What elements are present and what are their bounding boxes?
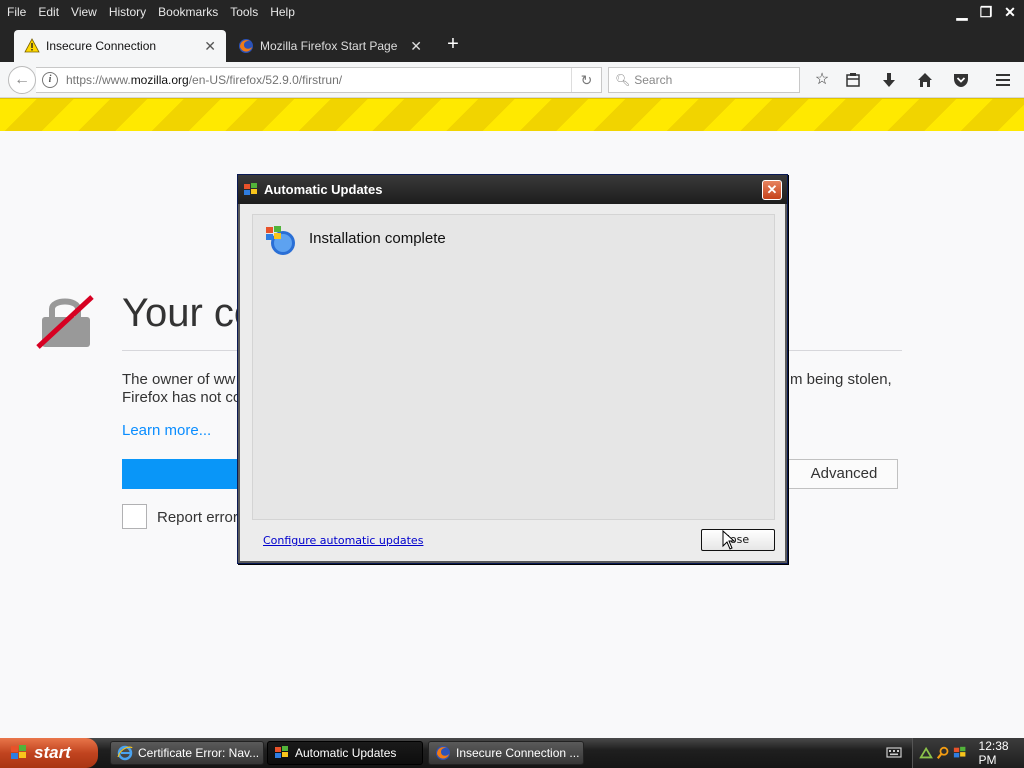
tab-label: Insecure Connection	[46, 39, 157, 53]
windows-logo-icon	[11, 745, 26, 759]
pocket-icon[interactable]	[950, 69, 972, 91]
broken-lock-icon	[36, 295, 94, 349]
restore-button[interactable]: ❐	[976, 3, 996, 21]
windows-update-icon	[275, 746, 288, 758]
menu-bar: File Edit View History Bookmarks Tools H…	[0, 0, 1024, 24]
search-bar[interactable]: 🔍︎	[608, 67, 800, 93]
reload-icon[interactable]: ↻	[571, 68, 601, 92]
clock: 12:38 PM	[978, 739, 1009, 767]
taskbar-item-label: Insecure Connection ...	[456, 746, 580, 760]
downloads-icon[interactable]	[878, 69, 900, 91]
report-error-checkbox[interactable]	[122, 504, 147, 529]
advanced-button[interactable]: Advanced	[772, 459, 898, 489]
firefox-icon	[436, 746, 450, 760]
warning-icon	[24, 38, 40, 53]
bookmark-star-icon[interactable]: ☆	[811, 69, 833, 91]
menu-view[interactable]: View	[65, 0, 103, 24]
site-info-icon[interactable]: i	[42, 72, 58, 88]
search-icon: 🔍︎	[615, 73, 631, 87]
url-bar[interactable]: i https://www.mozilla.org/en-US/firefox/…	[36, 67, 602, 93]
system-tray: 12:38 PM	[912, 738, 1024, 768]
start-button[interactable]: start	[0, 738, 98, 768]
windows-update-icon	[244, 182, 257, 195]
new-tab-button[interactable]: +	[444, 32, 462, 58]
search-tray-icon[interactable]	[936, 745, 950, 761]
mouse-cursor-icon	[722, 530, 736, 550]
tab-bar: Insecure Connection ✕ Mozilla Firefox St…	[0, 24, 1024, 62]
taskbar-item-label: Certificate Error: Nav...	[138, 746, 260, 760]
hamburger-menu-icon[interactable]	[992, 69, 1014, 91]
configure-updates-link[interactable]: Configure automatic updates	[263, 534, 423, 547]
back-arrow-icon: ←	[14, 71, 30, 88]
back-button[interactable]: ←	[8, 66, 36, 94]
tab-insecure-connection[interactable]: Insecure Connection ✕	[14, 30, 226, 62]
tab-label: Mozilla Firefox Start Page	[260, 39, 398, 53]
dialog-panel: Installation complete	[252, 214, 775, 520]
close-tab-icon[interactable]: ✕	[204, 38, 216, 55]
menu-file[interactable]: File	[0, 0, 32, 24]
taskbar-item-automatic-updates[interactable]: Automatic Updates	[267, 741, 423, 765]
start-label: start	[34, 743, 71, 762]
taskbar-item-label: Automatic Updates	[295, 746, 397, 760]
taskbar: start Certificate Error: Nav... Automati…	[0, 738, 1024, 768]
tab-firefox-start-page[interactable]: Mozilla Firefox Start Page ✕	[228, 30, 432, 62]
search-input[interactable]	[634, 73, 795, 87]
navigation-bar: ← i https://www.mozilla.org/en-US/firefo…	[0, 62, 1024, 98]
menu-edit[interactable]: Edit	[32, 0, 65, 24]
keyboard-icon[interactable]	[886, 745, 904, 761]
dialog-title-bar[interactable]: Automatic Updates ✕	[238, 175, 787, 204]
windows-update-icon[interactable]	[953, 745, 967, 761]
close-tab-icon[interactable]: ✕	[410, 38, 422, 55]
taskbar-item-insecure-connection[interactable]: Insecure Connection ...	[428, 741, 584, 765]
ie-icon	[117, 745, 133, 761]
network-icon[interactable]	[919, 745, 933, 761]
menu-tools[interactable]: Tools	[224, 0, 264, 24]
firefox-icon	[239, 39, 253, 53]
close-button[interactable]: lose	[701, 529, 775, 551]
windows-update-icon	[266, 226, 295, 255]
home-icon[interactable]	[914, 69, 936, 91]
menu-help[interactable]: Help	[264, 0, 301, 24]
report-error-label: Report error	[157, 509, 238, 526]
menu-bookmarks[interactable]: Bookmarks	[152, 0, 224, 24]
close-window-button[interactable]: ✕	[1000, 3, 1020, 21]
dialog-close-icon[interactable]: ✕	[762, 180, 782, 200]
dialog-body: Installation complete Configure automati…	[238, 204, 787, 563]
dialog-title: Automatic Updates	[264, 182, 383, 197]
automatic-updates-dialog: Automatic Updates ✕ Installation complet…	[237, 174, 788, 564]
insecure-warning-stripe	[0, 98, 1024, 131]
url-text[interactable]: https://www.mozilla.org/en-US/firefox/52…	[66, 73, 571, 87]
taskbar-item-certificate-error[interactable]: Certificate Error: Nav...	[110, 741, 264, 765]
menu-history[interactable]: History	[103, 0, 152, 24]
installation-status-text: Installation complete	[309, 230, 446, 247]
minimize-button[interactable]: ▁	[952, 3, 972, 21]
learn-more-link[interactable]: Learn more...	[122, 422, 211, 439]
window-controls: ▁ ❐ ✕	[952, 3, 1020, 21]
library-icon[interactable]	[842, 69, 864, 91]
